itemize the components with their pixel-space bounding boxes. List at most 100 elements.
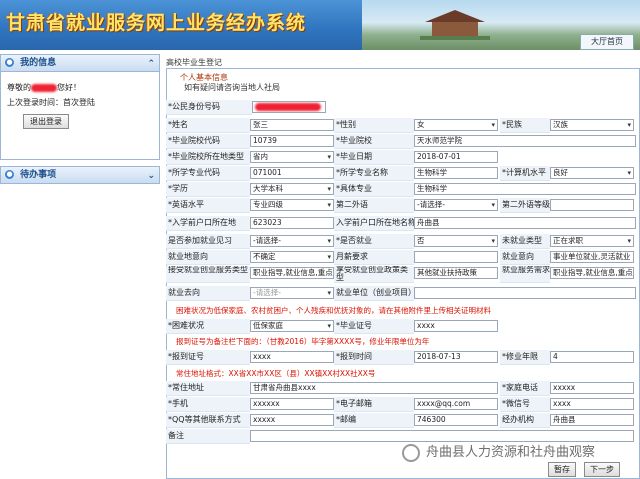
my-info-panel: 尊敬的 您好！ 上次登录时间：首次登陆 退出登录 [0,72,160,160]
row-11: 就业去向 -请选择- 就业单位（创业项目） [166,286,636,301]
row-12: *困难状况 低保家庭 *毕业证号 xxxx [166,319,636,334]
dest-select[interactable]: -请选择- [250,287,334,299]
row-15: *手机 xxxxxx *电子邮箱 xxxx@qq.com *微信号 xxxx [166,397,636,412]
ethnic-label: *民族 [500,118,550,133]
schoolloc-select[interactable]: 省内 [250,151,334,163]
row-7: *入学前户口所在地 623023 入学前户口所在地名称 舟曲县 [166,216,636,231]
logout-button[interactable]: 退出登录 [23,114,69,129]
row-9: 就业地意向 不确定 月薪要求 就业意向 事业单位就业,灵活就业 [166,250,636,265]
system-title: 甘肃省就业服务网上业务经办系统 [6,12,307,34]
schoolcode-field[interactable]: 10739 [250,135,334,147]
salary-field[interactable] [414,251,498,263]
greeting-suffix: 您好！ [57,83,81,92]
info-icon: ● [5,58,14,67]
schoolloc-label: *毕业院校所在地类型 [166,150,250,165]
row-10: 接受就业创业服务类型 职业指导,就业信息,重点 享受就业创业政策类型 其他就业扶… [166,266,636,283]
wish-label: 就业地意向 [166,250,250,265]
svc-field[interactable]: 职业指导,就业信息,重点 [250,267,334,279]
reportno-field[interactable]: xxxx [250,351,334,363]
hukouname-field[interactable]: 舟曲县 [414,217,636,229]
unemp-select[interactable]: 正在求职 [550,235,634,247]
school-field[interactable]: 天水师范学院 [414,135,636,147]
years-field[interactable]: 4 [550,351,634,363]
unit-field[interactable] [414,287,636,299]
svcneed-label: 就业服务需求 [500,266,550,283]
salary-label: 月薪要求 [334,250,414,265]
major-label: *所学专业名称 [334,166,414,181]
hukoucode-field[interactable]: 623023 [250,217,334,229]
specific-field[interactable]: 生物科学 [414,183,636,195]
jobwish-field[interactable]: 事业单位就业,灵活就业 [550,251,634,263]
graddate-field[interactable]: 2018-07-01 [414,151,498,163]
agency-field[interactable]: 舟曲县 [550,414,634,426]
todo-icon: ● [5,170,14,179]
expand-icon[interactable]: ⌄ [147,168,155,184]
graddate-label: *毕业日期 [334,150,414,165]
watermark-logo-icon [402,443,420,462]
homephone-field[interactable]: xxxxx [550,382,634,394]
english-select[interactable]: 专业四级 [250,199,334,211]
row-16: *QQ等其他联系方式 xxxxx *邮编 746300 经办机构 舟曲县 [166,413,636,428]
reportdate-label: *报到时间 [334,350,414,365]
wish-select[interactable]: 不确定 [250,251,334,263]
major-field[interactable]: 生物科学 [414,167,498,179]
id-field[interactable] [252,101,326,113]
my-info-header[interactable]: ● 我的信息 ⌃ [0,54,160,72]
policy-label: 享受就业创业政策类型 [334,266,414,283]
gender-select[interactable]: 女 [414,119,498,131]
edu-select[interactable]: 大学本科 [250,183,334,195]
hardship-select[interactable]: 低保家庭 [250,320,334,332]
row-6: *英语水平 专业四级 第二外语 -请选择- 第二外语等级 [166,198,636,213]
employed-label: *是否就业 [334,234,414,249]
ethnic-select[interactable]: 汉族 [550,119,634,131]
zip-label: *邮编 [334,413,414,428]
save-draft-button[interactable]: 暂存 [548,462,576,477]
lang2-label: 第二外语 [334,198,414,213]
majorcode-label: *所学专业代码 [166,166,250,181]
remark-label: 备注 [166,429,250,444]
lang2-select[interactable]: -请选择- [414,199,498,211]
majorcode-field[interactable]: 071001 [250,167,334,179]
svcneed-field[interactable]: 职业指导,就业信息,重点 [550,267,634,279]
report-note: 报到证号为备注栏下面的：（甘教2016）毕字第XXXX号，修业年限单位为年 [176,337,430,346]
mobile-field[interactable]: xxxxxx [250,398,334,410]
computer-select[interactable]: 良好 [550,167,634,179]
row-5: *学历 大学本科 *具体专业 生物科学 [166,182,636,197]
todo-title: 待办事项 [20,170,57,180]
qq-field[interactable]: xxxxx [250,414,334,426]
policy-field[interactable]: 其他就业扶持政策 [414,267,498,279]
wechat-field[interactable]: xxxx [550,398,634,410]
certno-field[interactable]: xxxx [414,320,498,332]
todo-header[interactable]: ● 待办事项 ⌄ [0,166,160,184]
english-label: *英语水平 [166,198,250,213]
reportno-label: *报到证号 [166,350,250,365]
lang2lvl-label: 第二外语等级 [500,198,550,213]
lang2lvl-field[interactable] [550,199,634,211]
svc-label: 接受就业创业服务类型 [166,266,250,283]
row-2: *毕业院校代码 10739 *毕业院校 天水师范学院 [166,134,636,149]
schoolcode-label: *毕业院校代码 [166,134,250,149]
reportdate-field[interactable]: 2018-07-13 [414,351,498,363]
employed-select[interactable]: 否 [414,235,498,247]
hall-home-button[interactable]: 大厅首页 [580,34,634,50]
intern-label: 是否参加就业见习 [166,234,250,249]
redacted-username [31,83,57,92]
name-field[interactable]: 张三 [250,119,334,131]
addr-field[interactable]: 甘肃省舟曲县xxxx [250,382,498,394]
zip-field[interactable]: 746300 [414,414,498,426]
agency-label: 经办机构 [500,413,550,428]
my-info-title: 我的信息 [20,58,57,68]
homephone-label: *家庭电话 [500,381,550,396]
dest-label: 就业去向 [166,286,250,301]
row-id: *公民身份号码 [166,100,636,115]
intern-select[interactable]: -请选择- [250,235,334,247]
hardship-note: 困难状况为低保家庭、农村贫困户、个人残疾和优抚对象的，请在其他附件里上传相关证明… [176,306,491,315]
address-note: 常住地址格式：XX省XX市XX区（县）XX镇XX村XX社XX号 [176,369,376,378]
next-step-button[interactable]: 下一步 [584,462,620,477]
collapse-icon[interactable]: ⌃ [147,56,155,72]
pavilion-image [420,10,490,40]
computer-label: *计算机水平 [500,166,550,181]
hukoucode-label: *入学前户口所在地 [166,216,250,231]
email-field[interactable]: xxxx@qq.com [414,398,498,410]
row-1: *姓名 张三 *性别 女 *民族 汉族 [166,118,636,133]
